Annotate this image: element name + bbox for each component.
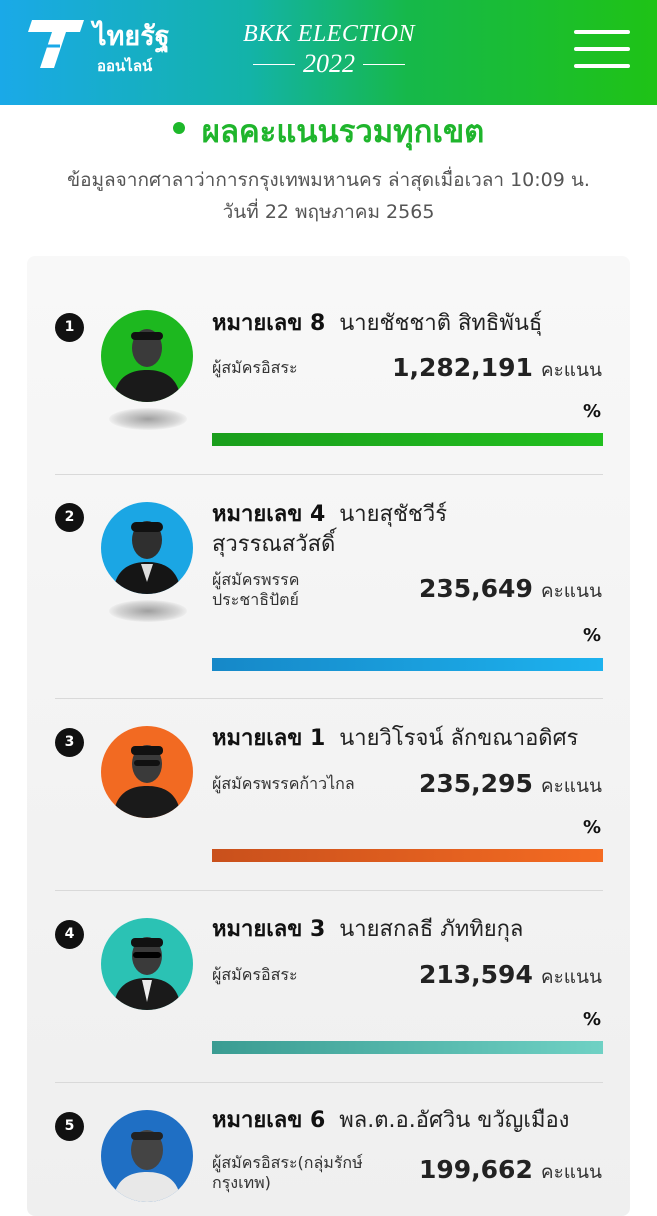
candidate-party: ผู้สมัครอิสระ bbox=[212, 358, 298, 377]
person-silhouette-icon bbox=[113, 521, 181, 594]
vote-progress-bar bbox=[212, 849, 603, 862]
candidate-avatar bbox=[101, 1110, 193, 1202]
logo-text[interactable]: ไทยรัฐ bbox=[93, 22, 170, 52]
vote-number: 1,282,191 bbox=[392, 353, 533, 382]
subtitle-line-1: ข้อมูลจากศาลาว่าการกรุงเทพมหานคร ล่าสุดเ… bbox=[67, 169, 590, 191]
vote-number: 235,295 bbox=[418, 769, 533, 798]
candidate-name: นายสกลธี ภัททิยกุล bbox=[339, 917, 524, 942]
person-silhouette-icon bbox=[113, 745, 181, 818]
vote-count: 199,662 คะแนน bbox=[419, 1155, 602, 1187]
vote-count: 235,295 คะแนน bbox=[419, 769, 602, 801]
candidate-name-line: หมายเลข 3 นายสกลธี ภัททิยกุล bbox=[212, 915, 612, 945]
results-heading: ผลคะแนนรวมทุกเขต bbox=[0, 114, 657, 150]
data-source-note: ข้อมูลจากศาลาว่าการกรุงเทพมหานคร ล่าสุดเ… bbox=[20, 164, 637, 228]
candidate-name: พล.ต.อ.อัศวิน ขวัญเมือง bbox=[339, 1108, 570, 1133]
election-badge: BKK ELECTION 2022 bbox=[236, 20, 422, 78]
vote-number: 213,594 bbox=[418, 960, 533, 989]
candidate-avatar bbox=[101, 726, 193, 818]
vote-number: 235,649 bbox=[418, 574, 533, 603]
rank-badge: 5 bbox=[55, 1112, 84, 1141]
election-title: BKK ELECTION bbox=[242, 21, 416, 47]
rank-badge: 3 bbox=[55, 728, 84, 757]
page-title: ผลคะแนนรวมทุกเขต bbox=[201, 114, 485, 150]
vote-count: 1,282,191 คะแนน bbox=[392, 353, 602, 385]
divider-rule bbox=[253, 63, 295, 65]
candidate-name: นายชัชชาติ สิทธิพันธุ์ bbox=[339, 311, 543, 336]
candidate-party: ผู้สมัครพรรคประชาธิปัตย์ bbox=[212, 570, 300, 609]
thairath-logo-icon[interactable] bbox=[26, 16, 88, 72]
candidate-number: หมายเลข 6 bbox=[212, 1108, 326, 1133]
vote-unit: คะแนน bbox=[540, 359, 602, 381]
hamburger-menu-icon[interactable] bbox=[574, 30, 630, 70]
divider-rule bbox=[363, 63, 405, 65]
vote-percent: % bbox=[582, 817, 601, 838]
vote-number: 199,662 bbox=[418, 1155, 533, 1184]
vote-unit: คะแนน bbox=[540, 1161, 602, 1183]
vote-unit: คะแนน bbox=[540, 580, 602, 602]
avatar-shadow bbox=[109, 600, 187, 622]
avatar-shadow bbox=[109, 408, 187, 430]
vote-percent: % bbox=[582, 401, 601, 422]
vote-progress-bar bbox=[212, 433, 603, 446]
candidate-name-line: หมายเลข 1 นายวิโรจน์ ลักขณาอดิศร bbox=[212, 724, 612, 754]
rank-badge: 1 bbox=[55, 313, 84, 342]
candidate-avatar bbox=[101, 502, 193, 622]
candidate-number: หมายเลข 8 bbox=[212, 311, 326, 336]
candidate-party: ผู้สมัครอิสระ bbox=[212, 965, 298, 984]
site-header: ไทยรัฐ ออนไลน์ BKK ELECTION 2022 bbox=[0, 0, 657, 105]
divider bbox=[55, 698, 603, 699]
candidate-name: นายวิโรจน์ ลักขณาอดิศร bbox=[339, 726, 579, 751]
avatar-photo bbox=[101, 726, 193, 818]
candidate-number: หมายเลข 3 bbox=[212, 917, 326, 942]
vote-percent: % bbox=[582, 625, 601, 646]
person-silhouette-icon bbox=[113, 329, 181, 402]
vote-count: 235,649 คะแนน bbox=[419, 574, 602, 606]
bullet-dot-icon bbox=[172, 122, 185, 134]
vote-count: 213,594 คะแนน bbox=[419, 960, 602, 992]
vote-unit: คะแนน bbox=[540, 966, 602, 988]
rank-badge: 2 bbox=[55, 503, 84, 532]
vote-unit: คะแนน bbox=[540, 775, 602, 797]
person-silhouette-icon bbox=[113, 1130, 181, 1202]
candidate-number: หมายเลข 1 bbox=[212, 726, 326, 751]
avatar-photo bbox=[101, 310, 193, 402]
election-year: 2022 bbox=[303, 49, 355, 78]
divider bbox=[55, 890, 603, 891]
candidate-name-line: หมายเลข 8 นายชัชชาติ สิทธิพันธุ์ bbox=[212, 309, 612, 339]
candidate-number: หมายเลข 4 bbox=[212, 502, 326, 527]
candidate-party: ผู้สมัครพรรคก้าวไกล bbox=[212, 774, 355, 793]
candidate-name-line: หมายเลข 6 พล.ต.อ.อัศวิน ขวัญเมือง bbox=[212, 1106, 612, 1136]
candidate-name-line: หมายเลข 4 นายสุชัชวีร์ สุวรรณสวัสดิ์ bbox=[212, 500, 512, 560]
avatar-photo bbox=[101, 1110, 193, 1202]
rank-badge: 4 bbox=[55, 920, 84, 949]
divider bbox=[55, 1082, 603, 1083]
vote-progress-bar bbox=[212, 1041, 603, 1054]
candidate-party: ผู้สมัครอิสระ(กลุ่มรักษ์กรุงเทพ) bbox=[212, 1153, 363, 1192]
avatar-photo bbox=[101, 502, 193, 594]
vote-progress-bar bbox=[212, 658, 603, 671]
logo-subtext: ออนไลน์ bbox=[97, 57, 153, 75]
candidate-avatar bbox=[101, 310, 193, 430]
avatar-photo bbox=[101, 918, 193, 1010]
vote-percent: % bbox=[582, 1009, 601, 1030]
candidate-avatar bbox=[101, 918, 193, 1010]
divider bbox=[55, 474, 603, 475]
person-silhouette-icon bbox=[113, 937, 181, 1010]
subtitle-line-2: วันที่ 22 พฤษภาคม 2565 bbox=[222, 201, 435, 223]
